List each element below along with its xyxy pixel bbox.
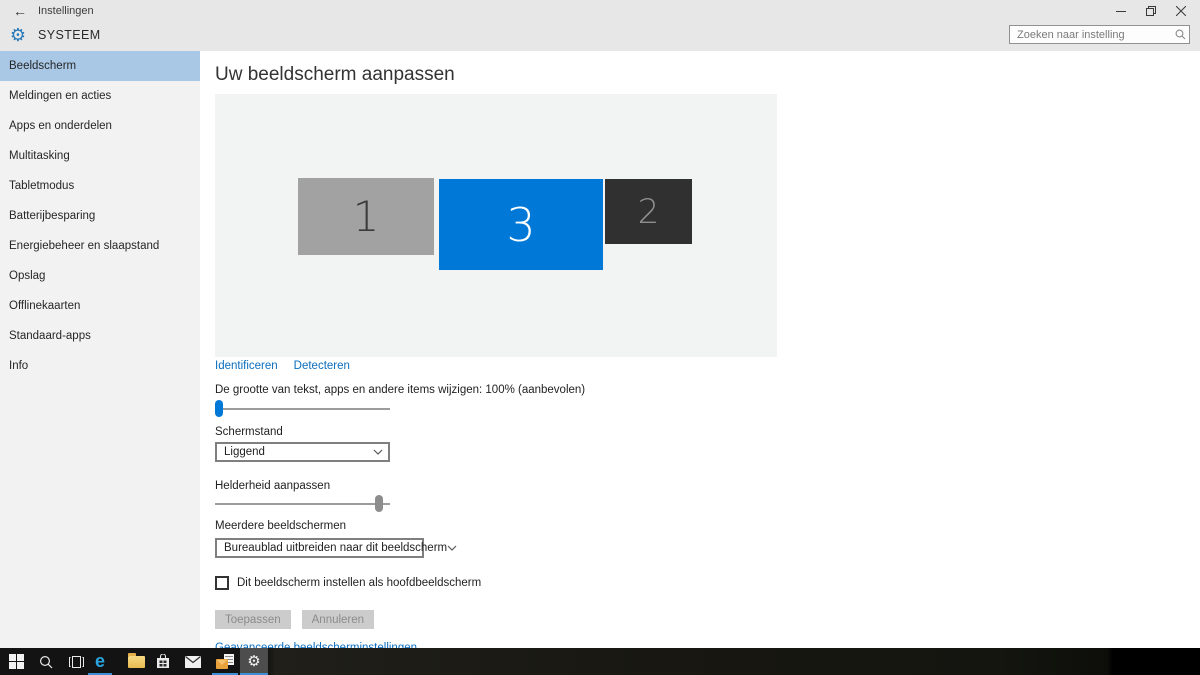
orientation-label: Schermstand [215,426,283,438]
window-header: ← Instellingen ⚙ SYSTEEM [0,0,1200,51]
task-view-button[interactable] [64,648,88,675]
search-icon [39,655,53,668]
window-title: Instellingen [38,5,94,17]
task-view-icon [68,655,84,668]
brightness-slider-track[interactable] [215,503,390,505]
taskbar: e ⚙ [0,648,1200,675]
sidebar-item-standaard-apps[interactable]: Standaard-apps [0,321,200,351]
search-icon[interactable] [1171,26,1189,43]
outlook-button[interactable] [212,648,238,675]
window-controls [1106,0,1196,22]
sidebar-item-multitasking[interactable]: Multitasking [0,141,200,171]
primary-display-checkbox[interactable] [215,576,229,590]
multi-display-value: Bureaublad uitbreiden naar dit beeldsche… [224,542,448,554]
system-gear-icon: ⚙ [9,25,27,45]
start-button[interactable] [2,648,30,675]
minimize-icon [1116,11,1126,12]
store-button[interactable] [151,648,175,675]
orientation-value: Liggend [224,446,265,458]
scaling-slider-handle[interactable] [215,400,223,417]
taskbar-search-button[interactable] [34,648,58,675]
scaling-slider[interactable] [215,400,390,417]
cancel-button[interactable]: Annuleren [301,610,375,629]
monitor-action-links: Identificeren Detecteren [215,360,350,372]
scaling-label: De grootte van tekst, apps en andere ite… [215,384,586,396]
monitor-2-number: 2 [637,191,660,232]
store-bag-icon [157,654,169,668]
minimize-button[interactable] [1106,0,1136,22]
settings-sidebar: Beeldscherm Meldingen en acties Apps en … [0,51,200,648]
monitor-arrangement-diagram: 1 3 2 [215,94,777,357]
close-icon [1176,6,1186,16]
identify-link[interactable]: Identificeren [215,360,278,372]
scaling-slider-track[interactable] [215,408,390,410]
monitor-1[interactable]: 1 [298,178,434,255]
chevron-down-icon [447,545,457,551]
monitor-3[interactable]: 3 [439,179,603,270]
monitor-2[interactable]: 2 [605,179,692,244]
file-explorer-button[interactable] [124,648,148,675]
brightness-label: Helderheid aanpassen [215,480,331,492]
sidebar-item-opslag[interactable]: Opslag [0,261,200,291]
section-title: SYSTEEM [38,28,101,42]
display-settings-pane: Uw beeldscherm aanpassen 1 3 2 Identific… [200,51,1200,648]
sidebar-item-batterijbesparing[interactable]: Batterijbesparing [0,201,200,231]
sidebar-item-energiebeheer[interactable]: Energiebeheer en slaapstand [0,231,200,261]
edge-button[interactable]: e [88,648,112,675]
orientation-dropdown[interactable]: Liggend [215,442,390,462]
primary-display-checkbox-label: Dit beeldscherm instellen als hoofdbeeld… [237,577,482,589]
monitor-3-number: 3 [506,197,536,252]
folder-icon [127,652,145,668]
sidebar-item-meldingen[interactable]: Meldingen en acties [0,81,200,111]
primary-display-check-row: Dit beeldscherm instellen als hoofdbeeld… [215,576,481,590]
edge-icon: e [94,651,105,671]
sidebar-item-apps[interactable]: Apps en onderdelen [0,111,200,141]
monitor-1-number: 1 [352,192,380,241]
close-button[interactable] [1166,0,1196,22]
page-title: Uw beeldscherm aanpassen [215,64,455,85]
restore-icon [1146,6,1156,16]
multi-display-label: Meerdere beeldschermen [215,520,347,532]
sidebar-item-info[interactable]: Info [0,351,200,381]
multi-display-dropdown[interactable]: Bureaublad uitbreiden naar dit beeldsche… [215,538,457,558]
back-button[interactable]: ← [10,2,30,20]
detect-link[interactable]: Detecteren [294,360,350,372]
search-input[interactable] [1010,28,1171,41]
windows-logo-icon [8,654,24,669]
taskbar-settings-button[interactable]: ⚙ [240,648,268,675]
gear-icon: ⚙ [247,653,261,670]
mail-button[interactable] [181,648,205,675]
settings-window: ← Instellingen ⚙ SYSTEEM Beeldscherm Mel… [0,0,1200,675]
action-buttons: Toepassen Annuleren [215,610,375,629]
brightness-slider[interactable] [215,495,390,512]
restore-button[interactable] [1136,0,1166,22]
outlook-icon [216,654,234,669]
chevron-down-icon [368,449,388,455]
sidebar-item-offlinekaarten[interactable]: Offlinekaarten [0,291,200,321]
sidebar-item-beeldscherm[interactable]: Beeldscherm [0,51,200,81]
sidebar-item-tabletmodus[interactable]: Tabletmodus [0,171,200,201]
mail-envelope-icon [185,655,201,668]
brightness-slider-handle[interactable] [375,495,384,512]
settings-search[interactable] [1009,25,1190,44]
apply-button[interactable]: Toepassen [215,610,291,629]
